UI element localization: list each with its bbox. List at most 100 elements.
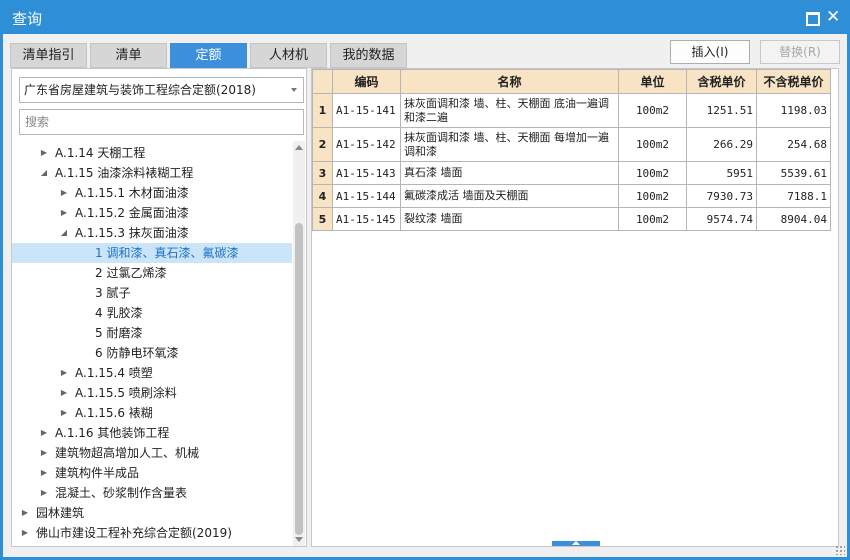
tree-node[interactable]: ▶ A.1.15.1 木材面油漆 <box>12 183 292 203</box>
row-number: 5 <box>312 207 333 231</box>
quota-unit: 100m2 <box>618 184 687 208</box>
tree-node-label: A.1.15.1 木材面油漆 <box>75 186 189 200</box>
tab-labor-material[interactable]: 人材机 <box>250 43 327 68</box>
quota-code: A1-15-144 <box>332 184 401 208</box>
title-bar: 查询 ✕ <box>0 0 850 34</box>
column-header-price-tax[interactable]: 含税单价 <box>686 69 757 94</box>
tab-bill[interactable]: 清单 <box>90 43 167 68</box>
quota-name: 裂纹漆 墙面 <box>400 207 619 231</box>
tree-node[interactable]: 6 防静电环氧漆 <box>12 343 292 363</box>
tree-node-label: 建筑物超高增加人工、机械 <box>55 446 200 460</box>
expanded-arrow-icon[interactable]: ◢ <box>39 163 49 183</box>
collapsed-arrow-icon[interactable]: ▶ <box>39 423 49 443</box>
collapsed-arrow-icon[interactable]: ▶ <box>59 183 69 203</box>
quota-name: 氟碳漆成活 墙面及天棚面 <box>400 184 619 208</box>
insert-button[interactable]: 插入(I) <box>670 40 750 64</box>
scroll-down-icon[interactable] <box>295 537 303 542</box>
tree-node-label: A.1.15.5 喷刷涂料 <box>75 386 177 400</box>
tree-node[interactable]: ◢ A.1.15 油漆涂料裱糊工程 <box>12 163 292 183</box>
tree-node-label: A.1.16 其他装饰工程 <box>55 426 170 440</box>
collapsed-arrow-icon[interactable]: ▶ <box>59 363 69 383</box>
tree-node[interactable]: 5 耐磨漆 <box>12 323 292 343</box>
quota-library-value: 广东省房屋建筑与装饰工程综合定额(2018) <box>24 83 256 97</box>
row-number: 1 <box>312 93 333 128</box>
tree-node[interactable]: ▶ A.1.15.5 喷刷涂料 <box>12 383 292 403</box>
collapsed-arrow-icon[interactable]: ▶ <box>39 143 49 163</box>
search-input[interactable] <box>19 109 304 135</box>
column-header-unit[interactable]: 单位 <box>618 69 687 94</box>
collapsed-arrow-icon[interactable]: ▶ <box>59 203 69 223</box>
tree-node-label: 4 乳胶漆 <box>95 306 143 320</box>
collapsed-arrow-icon[interactable]: ▶ <box>39 463 49 483</box>
tree-node[interactable]: ◢ A.1.15.3 抹灰面油漆 <box>12 223 292 243</box>
tree-node[interactable]: ▶ 佛山市建设工程补充综合定额(2019) <box>12 523 292 543</box>
collapsed-arrow-icon[interactable]: ▶ <box>39 443 49 463</box>
tree-node-label: 建筑构件半成品 <box>55 466 140 480</box>
tree-node[interactable]: 2 过氯乙烯漆 <box>12 263 292 283</box>
row-number: 2 <box>312 127 333 162</box>
column-header-price-notax[interactable]: 不含税单价 <box>756 69 831 94</box>
price-without-tax: 1198.03 <box>756 93 831 128</box>
quota-unit: 100m2 <box>618 207 687 231</box>
tree-node[interactable]: 1 调和漆、真石漆、氟碳漆 <box>12 243 292 263</box>
table-row[interactable]: 1 A1-15-141 抹灰面调和漆 墙、柱、天棚面 底油一遍调和漆二遍 100m2 1… <box>312 93 831 128</box>
maximize-icon[interactable] <box>804 10 820 26</box>
tree-node[interactable]: ▶ 建筑构件半成品 <box>12 463 292 483</box>
collapsed-arrow-icon[interactable]: ▶ <box>39 483 49 503</box>
price-without-tax: 8904.04 <box>756 207 831 231</box>
tree-node[interactable]: ▶ 园林建筑 <box>12 503 292 523</box>
tree-node[interactable]: 4 乳胶漆 <box>12 303 292 323</box>
tree-node[interactable]: ▶ A.1.15.2 金属面油漆 <box>12 203 292 223</box>
column-header-code[interactable]: 编码 <box>332 69 401 94</box>
tab-my-data[interactable]: 我的数据 <box>330 43 407 68</box>
collapsed-arrow-icon[interactable]: ▶ <box>59 383 69 403</box>
price-with-tax: 1251.51 <box>686 93 757 128</box>
table-row[interactable]: 2 A1-15-142 抹灰面调和漆 墙、柱、天棚面 每增加一遍调和漆 100m2 26… <box>312 127 831 162</box>
close-icon[interactable]: ✕ <box>826 9 840 26</box>
tree-node-label: A.1.15 油漆涂料裱糊工程 <box>55 166 194 180</box>
tree-node[interactable]: ▶ A.1.16 其他装饰工程 <box>12 423 292 443</box>
table-corner <box>312 69 333 94</box>
row-number: 3 <box>312 161 333 185</box>
panel-collapse-handle[interactable] <box>552 541 600 546</box>
price-with-tax: 266.29 <box>686 127 757 162</box>
replace-button[interactable]: 替换(R) <box>760 40 840 64</box>
scrollbar-thumb[interactable] <box>295 223 303 535</box>
table-row[interactable]: 5 A1-15-145 裂纹漆 墙面 100m2 9574.74 8904.04 <box>312 207 831 231</box>
tab-quota[interactable]: 定额 <box>170 43 247 68</box>
price-with-tax: 9574.74 <box>686 207 757 231</box>
quota-results-panel: 编码 名称 单位 含税单价 不含税单价 1 A1-15-141 抹灰面调和漆 墙、柱… <box>311 68 839 547</box>
expanded-arrow-icon[interactable]: ◢ <box>59 223 69 243</box>
quota-code: A1-15-142 <box>332 127 401 162</box>
quota-unit: 100m2 <box>618 161 687 185</box>
tree-node[interactable]: 3 腻子 <box>12 283 292 303</box>
tree-node-label: 2 过氯乙烯漆 <box>95 266 167 280</box>
tab-bill-guide[interactable]: 清单指引 <box>10 43 87 68</box>
scroll-up-icon[interactable] <box>295 145 303 150</box>
quota-code: A1-15-141 <box>332 93 401 128</box>
quota-name: 真石漆 墙面 <box>400 161 619 185</box>
column-header-name[interactable]: 名称 <box>400 69 619 94</box>
window-title: 查询 <box>12 10 43 28</box>
chevron-down-icon <box>291 88 297 92</box>
price-without-tax: 5539.61 <box>756 161 831 185</box>
collapsed-arrow-icon[interactable]: ▶ <box>59 403 69 423</box>
table-row[interactable]: 4 A1-15-144 氟碳漆成活 墙面及天棚面 100m2 7930.73 7188.1 <box>312 184 831 208</box>
price-without-tax: 7188.1 <box>756 184 831 208</box>
price-with-tax: 5951 <box>686 161 757 185</box>
resize-grip-icon[interactable] <box>835 545 845 555</box>
tree-node[interactable]: ▶ A.1.15.6 裱糊 <box>12 403 292 423</box>
tree-node[interactable]: ▶ A.1.14 天棚工程 <box>12 143 292 163</box>
quota-name: 抹灰面调和漆 墙、柱、天棚面 每增加一遍调和漆 <box>400 127 619 162</box>
tree-node-label: A.1.14 天棚工程 <box>55 146 146 160</box>
tree-node[interactable]: ▶ 建筑物超高增加人工、机械 <box>12 443 292 463</box>
tree-scrollbar[interactable] <box>293 141 305 546</box>
tree-node[interactable]: ▶ A.1.15.4 喷塑 <box>12 363 292 383</box>
collapsed-arrow-icon[interactable]: ▶ <box>20 503 30 523</box>
dialog-content: 清单指引 清单 定额 人材机 我的数据 插入(I) 替换(R) 广东省房屋建筑与… <box>3 34 847 557</box>
collapsed-arrow-icon[interactable]: ▶ <box>20 523 30 543</box>
tree-node[interactable]: ▶ 混凝土、砂浆制作含量表 <box>12 483 292 503</box>
quota-library-select[interactable]: 广东省房屋建筑与装饰工程综合定额(2018) <box>19 77 304 103</box>
quota-table: 编码 名称 单位 含税单价 不含税单价 1 A1-15-141 抹灰面调和漆 墙、柱… <box>312 69 831 231</box>
table-row[interactable]: 3 A1-15-143 真石漆 墙面 100m2 5951 5539.61 <box>312 161 831 185</box>
